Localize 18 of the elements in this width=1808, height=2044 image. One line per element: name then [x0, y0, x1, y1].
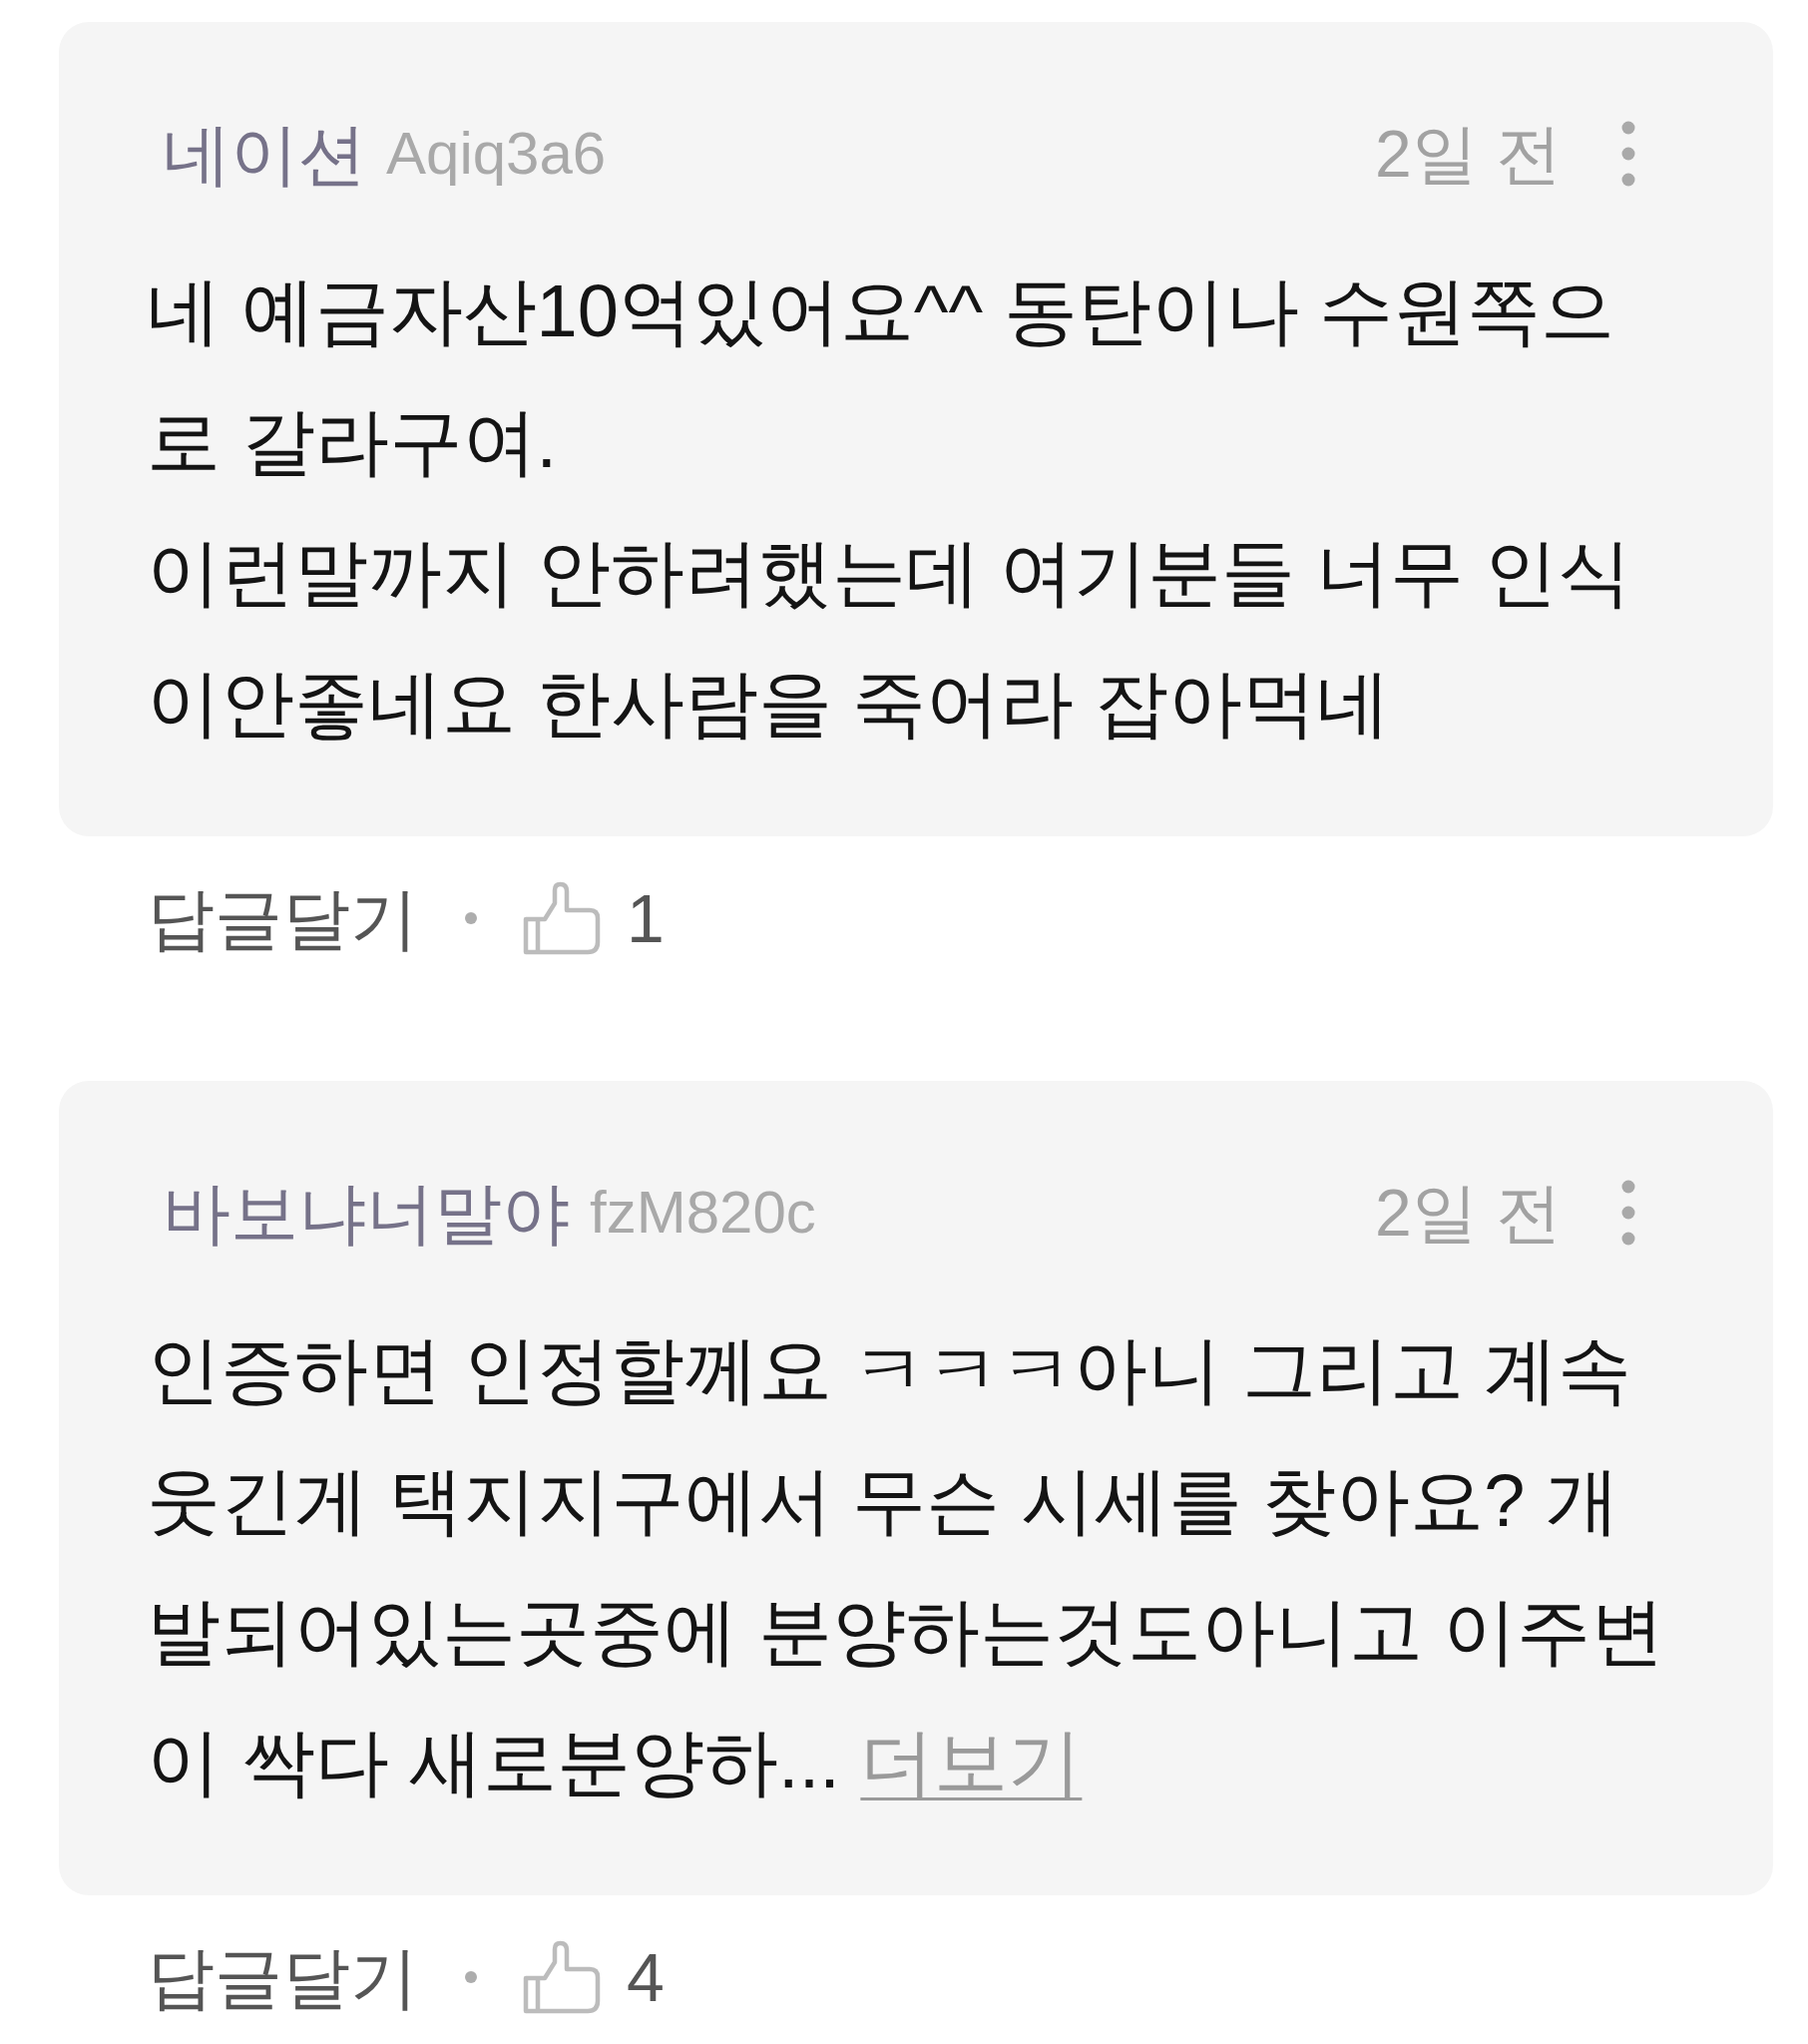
reply-button[interactable]: 답글달기 — [147, 1937, 418, 2017]
author-name: 바보냐너말야 — [163, 1174, 570, 1253]
thumbs-up-icon — [522, 1940, 601, 2014]
comment-text: 네 예금자산10억있어요^^ 동탄이나 수원쪽으로 갈라구여. 이런말까지 안하려했는데 여기분들 너무 인식이안좋네요 한사람을 죽어라 잡아먹네 — [146, 268, 1633, 747]
comment-text: 인증하면 인정할께요 ㅋㅋㅋ아니 그리고 계속 웃긴게 택지지구에서 무슨 시세를 찾아요? 개발되어있는곳중에 분양하는것도아니고 이주변이 싹다 새로분양하... 더보기 — [146, 1327, 1666, 1805]
like-button[interactable]: 4 — [522, 1937, 665, 2017]
author-name: 네이션 — [163, 115, 366, 194]
like-button[interactable]: 1 — [522, 878, 665, 958]
more-options-icon[interactable] — [1621, 121, 1635, 187]
post-time: 2일 전 — [1374, 1175, 1562, 1252]
bullet-icon — [465, 912, 477, 924]
thumbs-up-icon — [522, 881, 601, 955]
bullet-icon — [465, 1971, 477, 1983]
user-id: fzM820c — [590, 1178, 816, 1248]
user-id: Aqiq3a6 — [386, 119, 607, 189]
more-options-icon[interactable] — [1621, 1180, 1635, 1246]
post-time: 2일 전 — [1374, 116, 1562, 193]
reply-button[interactable]: 답글달기 — [147, 878, 418, 958]
